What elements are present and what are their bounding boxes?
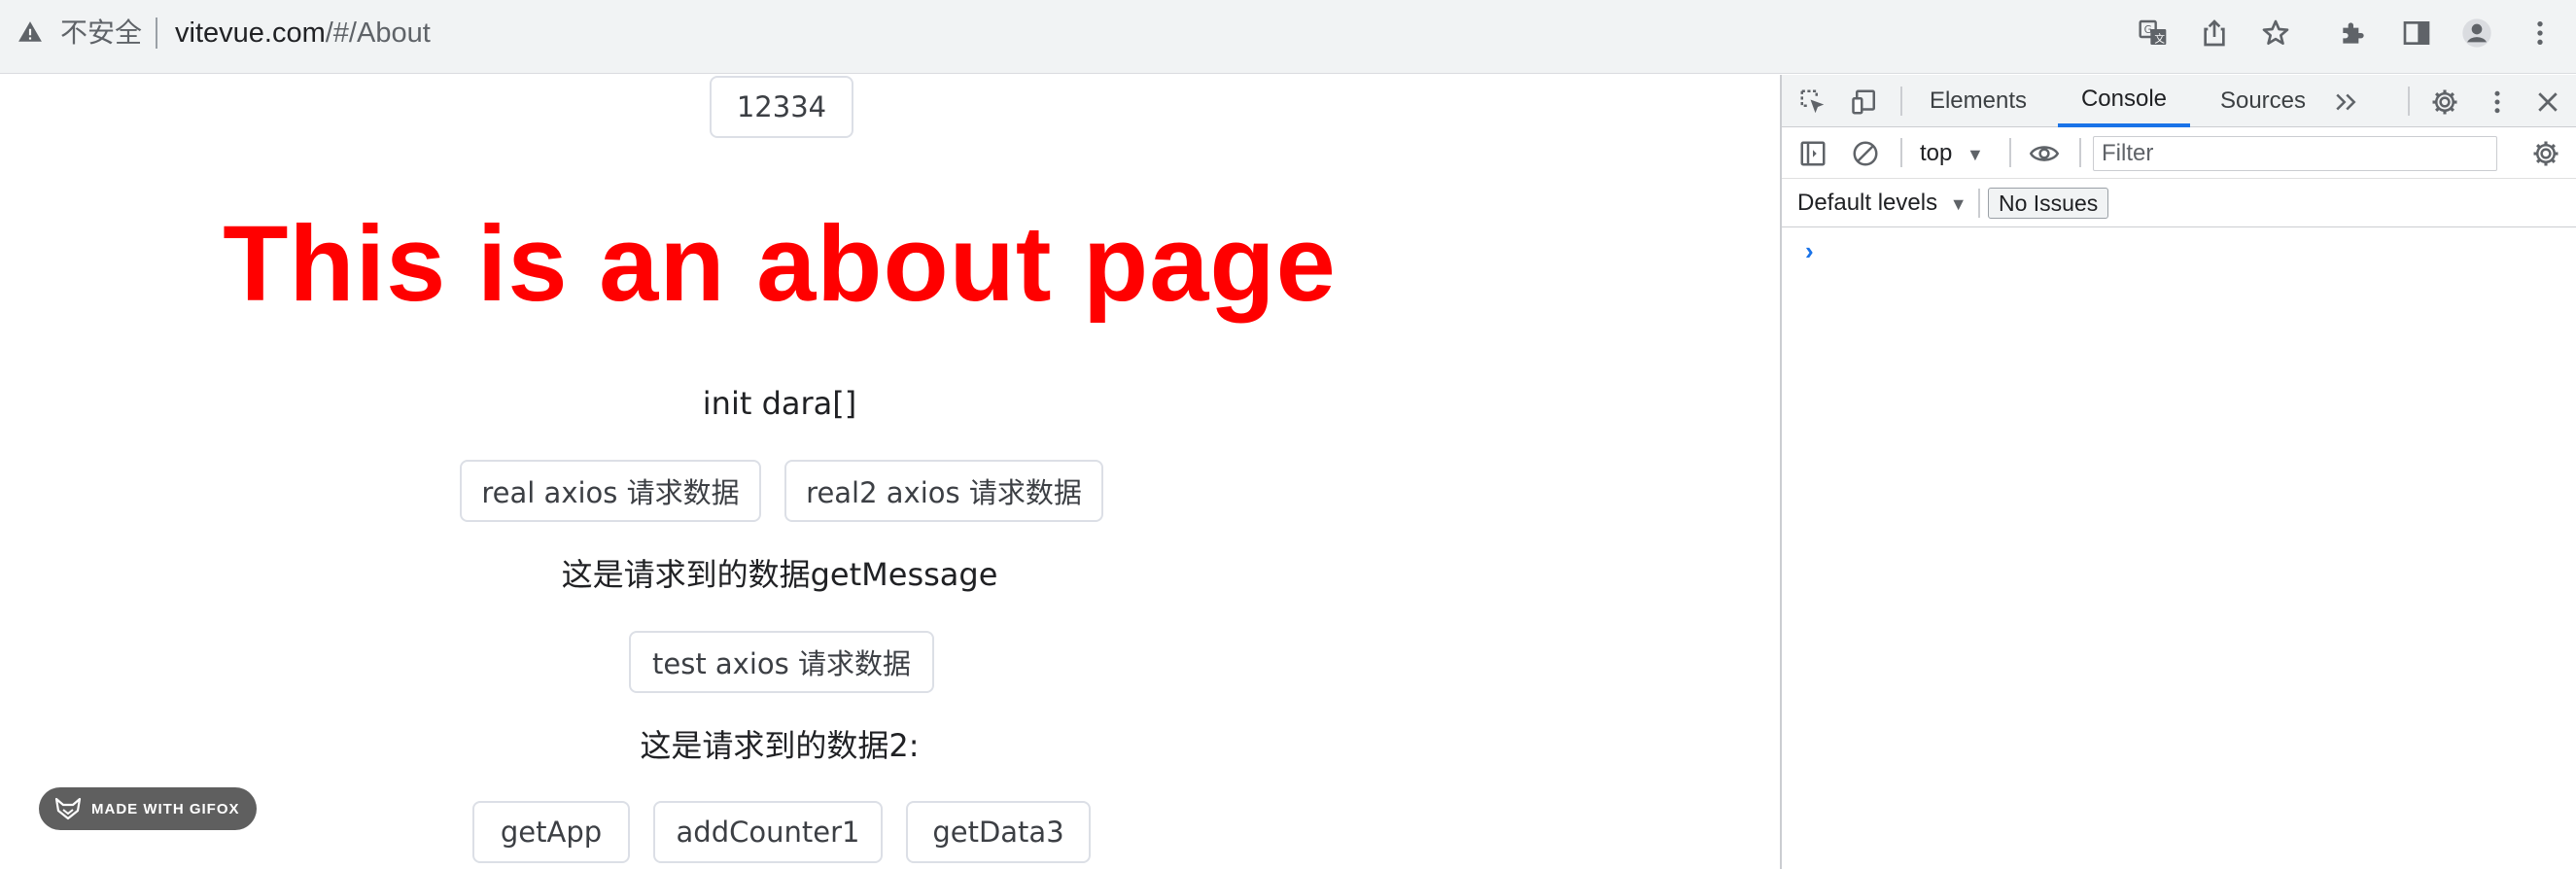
page-heading: This is an about page [223, 204, 1337, 324]
svg-text:文: 文 [2154, 32, 2165, 45]
test-axios-button[interactable]: test axios 请求数据 [629, 631, 934, 693]
svg-text:G: G [2144, 23, 2152, 36]
get-data3-button[interactable]: getData3 [906, 801, 1091, 863]
extensions-icon[interactable] [2334, 14, 2373, 52]
real-axios-button[interactable]: real axios 请求数据 [460, 460, 761, 522]
browser-toolbar: 不安全 vitevue.com/#/About G文 [0, 0, 2576, 74]
init-data-text: init dara[] [702, 385, 857, 422]
data2-text: 这是请求到的数据2: [640, 727, 920, 764]
devtools-panel: Elements Console Sources top ▼ Filter De… [1780, 75, 2576, 869]
url-path: /#/About [325, 17, 431, 49]
more-tabs-icon[interactable] [2326, 85, 2365, 120]
share-icon[interactable] [2195, 14, 2234, 52]
translate-icon[interactable]: G文 [2134, 14, 2173, 52]
fox-icon [54, 797, 82, 820]
issues-button[interactable]: No Issues [1988, 188, 2109, 219]
security-label[interactable]: 不安全 [60, 16, 142, 51]
clear-console-icon[interactable] [1848, 136, 1883, 171]
tab-console[interactable]: Console [2058, 75, 2190, 127]
console-settings-icon[interactable] [2528, 136, 2563, 171]
tab-elements[interactable]: Elements [1916, 75, 2040, 127]
close-icon[interactable] [2530, 85, 2565, 120]
context-label: top [1920, 140, 1953, 166]
log-levels-label: Default levels [1797, 190, 1938, 216]
toolbar-divider [2009, 138, 2011, 167]
menu-icon[interactable] [2521, 14, 2559, 52]
dropdown-arrow-icon: ▼ [1949, 194, 1967, 214]
gifox-watermark: MADE WITH GIFOX [39, 787, 257, 830]
url-host: vitevue.com [175, 17, 326, 49]
toolbar-divider [1978, 189, 1980, 218]
devtools-tabbar: Elements Console Sources [1782, 75, 2576, 127]
inspect-element-icon[interactable] [1795, 85, 1830, 120]
tab-sources[interactable]: Sources [2204, 75, 2322, 127]
toolbar-divider [1900, 138, 1902, 167]
tab-divider [2408, 87, 2410, 116]
more-options-icon[interactable] [2480, 85, 2515, 120]
show-sidebar-icon[interactable] [1795, 136, 1830, 171]
live-expression-eye-icon[interactable] [2025, 136, 2064, 171]
url-text[interactable]: vitevue.com/#/About [175, 16, 431, 51]
settings-gear-icon[interactable] [2427, 85, 2462, 120]
add-counter-button[interactable]: addCounter1 [653, 801, 883, 863]
tab-divider [1900, 87, 1902, 116]
real2-axios-button[interactable]: real2 axios 请求数据 [784, 460, 1103, 522]
get-app-button[interactable]: getApp [472, 801, 630, 863]
star-icon[interactable] [2256, 14, 2295, 52]
gifox-label: MADE WITH GIFOX [91, 800, 240, 817]
warning-icon [18, 21, 42, 42]
log-levels-dropdown[interactable]: Default levels ▼ [1797, 187, 1967, 221]
toolbar-divider [2079, 138, 2081, 167]
get-message-text: 这是请求到的数据getMessage [561, 556, 998, 593]
side-panel-icon[interactable] [2397, 14, 2436, 52]
context-selector[interactable]: top ▼ [1920, 136, 1984, 172]
console-toolbar: top ▼ Filter [1782, 128, 2576, 179]
number-button[interactable]: 12334 [710, 76, 853, 138]
profile-icon[interactable] [2457, 14, 2496, 52]
page-viewport: 12334 This is an about page init dara[] … [0, 75, 1779, 869]
dropdown-arrow-icon: ▼ [1967, 145, 1984, 164]
address-bar[interactable]: 不安全 vitevue.com/#/About G文 [0, 0, 2312, 66]
address-separator [156, 17, 157, 49]
filter-input[interactable]: Filter [2093, 136, 2497, 171]
device-toolbar-icon[interactable] [1848, 85, 1883, 120]
console-levels-bar: Default levels ▼ No Issues [1782, 179, 2576, 227]
console-prompt[interactable]: › [1805, 236, 1814, 266]
